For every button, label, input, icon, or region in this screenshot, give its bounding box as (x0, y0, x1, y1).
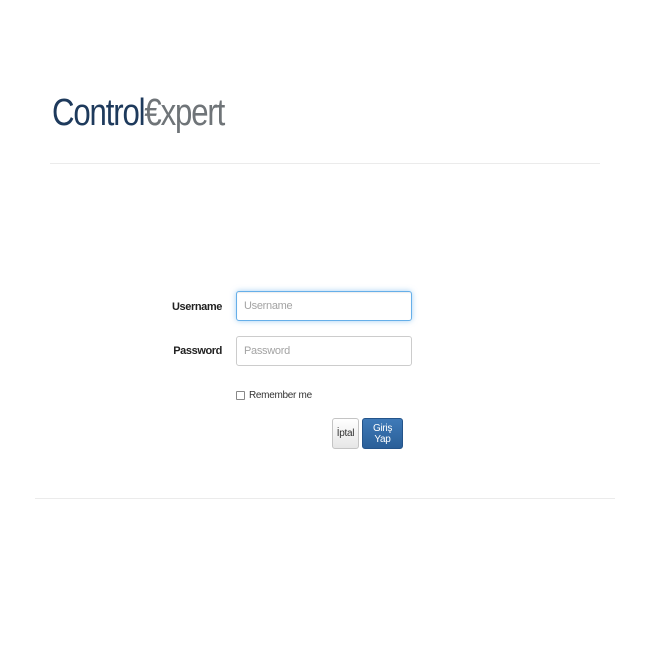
header-divider (50, 163, 600, 164)
login-page: Control€xpert Username Password Remember… (0, 0, 650, 650)
remember-me-label: Remember me (249, 390, 312, 401)
username-input[interactable] (236, 291, 412, 321)
password-input[interactable] (236, 336, 412, 366)
remember-me-checkbox[interactable] (236, 391, 245, 400)
login-button[interactable]: Giriş Yap (362, 418, 403, 449)
logo-text-expert: €xpert (144, 92, 225, 134)
footer-divider (35, 498, 615, 499)
cancel-button[interactable]: İptal (332, 418, 359, 449)
username-label: Username (172, 301, 222, 313)
logo-text-control: Control (52, 92, 146, 134)
password-label: Password (173, 345, 222, 357)
controlexpert-logo: Control €xpert (52, 92, 225, 140)
remember-me-row[interactable]: Remember me (236, 390, 312, 401)
